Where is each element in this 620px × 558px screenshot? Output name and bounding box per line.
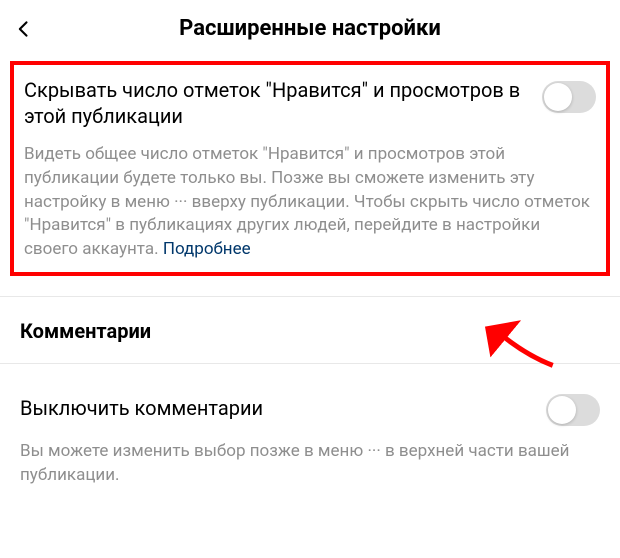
hide-likes-description: Видеть общее число отметок "Нравится" и … <box>24 143 596 262</box>
page-title: Расширенные настройки <box>34 16 586 41</box>
comments-section-header: Комментарии <box>20 319 600 343</box>
toggle-knob <box>544 83 572 111</box>
hide-likes-toggle[interactable] <box>542 81 596 113</box>
comments-section: Комментарии <box>0 319 620 343</box>
disable-comments-description: Вы можете изменить выбор позже в меню ··… <box>20 440 600 488</box>
learn-more-link[interactable]: Подробнее <box>163 239 251 259</box>
disable-comments-setting: Выключить комментарии Вы можете изменить… <box>0 390 620 488</box>
disable-comments-toggle[interactable] <box>546 394 600 426</box>
header: Расширенные настройки <box>0 0 620 55</box>
highlight-annotation: Скрывать число отметок "Нравится" и прос… <box>10 61 610 276</box>
toggle-knob <box>548 396 576 424</box>
disable-comments-title: Выключить комментарии <box>20 396 263 420</box>
divider <box>0 296 620 297</box>
back-icon[interactable] <box>14 19 34 39</box>
divider <box>0 363 620 364</box>
hide-likes-desc-text: Видеть общее число отметок "Нравится" и … <box>24 144 590 259</box>
hide-likes-row: Скрывать число отметок "Нравится" и прос… <box>24 77 596 129</box>
disable-comments-row: Выключить комментарии <box>20 390 600 426</box>
hide-likes-title: Скрывать число отметок "Нравится" и прос… <box>24 77 530 129</box>
